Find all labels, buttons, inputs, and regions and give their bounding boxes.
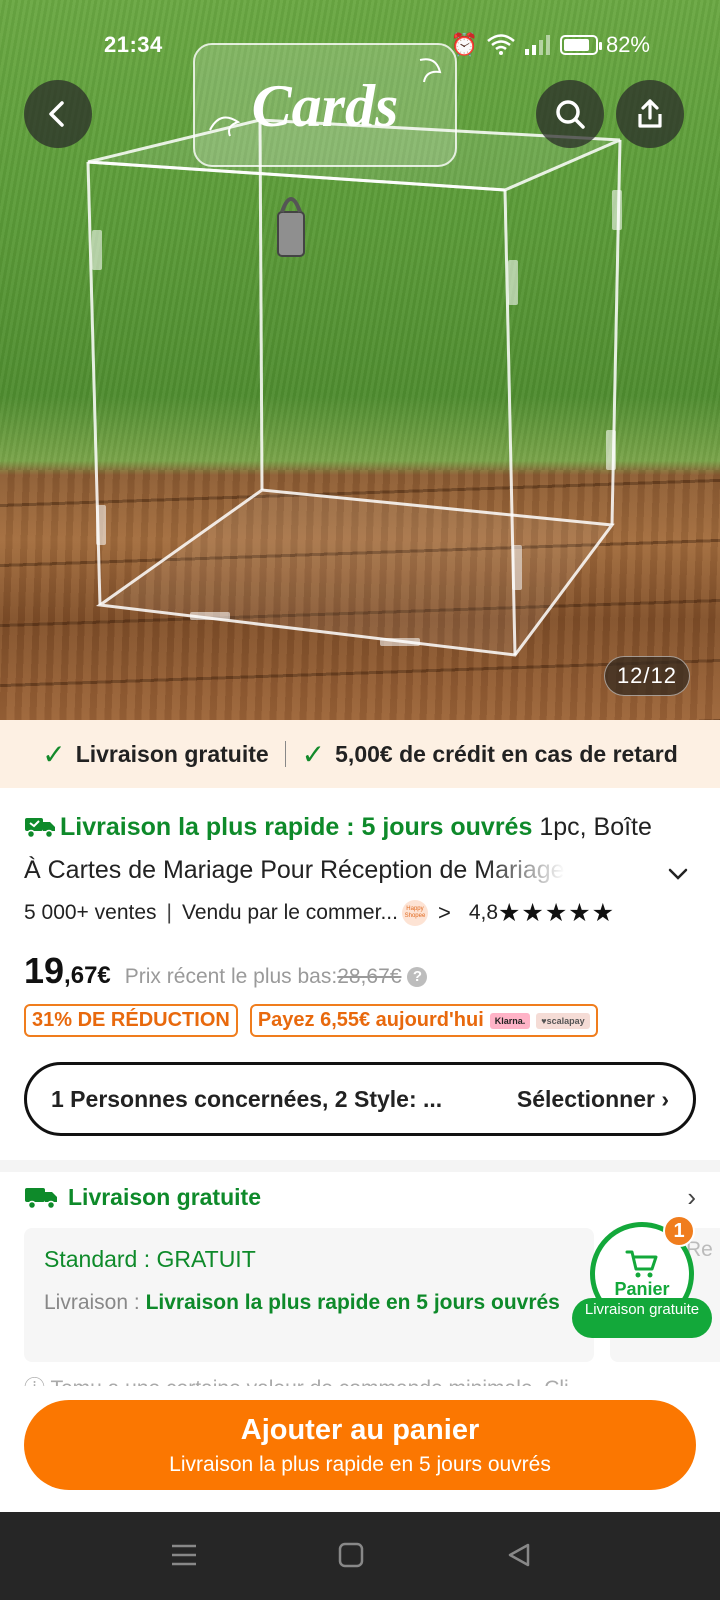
variant-value: 1 Personnes concernées, 2 Style: ... (51, 1085, 443, 1112)
chevron-right-icon[interactable]: › (687, 1182, 696, 1213)
title-text-line1: 1pc, Boîte (539, 813, 652, 841)
recent-lowest-price: Prix récent le plus bas:28,67€? (125, 965, 428, 989)
search-icon (556, 100, 585, 129)
delivery-title: Livraison gratuite (68, 1184, 261, 1210)
select-action: Sélectionner › (516, 1085, 669, 1112)
back-nav-icon[interactable] (506, 1542, 532, 1568)
image-counter: 12/12 (603, 656, 690, 696)
help-icon[interactable]: ? (407, 967, 428, 987)
check-icon: ✓ (301, 738, 326, 770)
status-bar: 21:34 ⏰ 82% (0, 30, 720, 60)
variant-selector[interactable]: 1 Personnes concernées, 2 Style: ... Sél… (24, 1062, 696, 1136)
check-icon: ✓ (42, 738, 66, 770)
chevron-down-icon[interactable] (666, 862, 690, 886)
rating-stars[interactable]: ★★★★★ (498, 898, 615, 928)
delivery-truck-icon (25, 1187, 57, 1209)
bottom-action-bar: Ajouter au panier Livraison la plus rapi… (0, 1386, 720, 1512)
product-image[interactable]: Cards (0, 0, 720, 720)
price-row: 19,67€ Prix récent le plus bas:28,67€? (24, 950, 428, 992)
section-divider (0, 1160, 720, 1172)
klarna-logo: Klarna. (489, 1012, 531, 1029)
battery-icon (559, 35, 602, 55)
scalapay-logo: ♥scalapay (536, 1012, 590, 1029)
cart-icon (625, 1250, 658, 1277)
cart-free-shipping-pill: Livraison gratuite (572, 1298, 712, 1338)
search-button[interactable] (536, 80, 604, 148)
fast-truck-icon (25, 818, 55, 839)
rating-value: 4,8 (468, 901, 499, 924)
status-time: 21:34 (104, 32, 163, 57)
chevron-right-icon: › (661, 1085, 669, 1112)
promo-divider (284, 741, 286, 767)
back-button[interactable] (24, 80, 92, 148)
menu-icon[interactable] (170, 1542, 198, 1568)
share-icon (638, 99, 662, 128)
title-text-line2: À Cartes de Mariage Pour Réception de Ma… (24, 856, 565, 884)
seller-badge-icon: Happy Shopee (401, 900, 428, 926)
product-title[interactable]: Livraison la plus rapide : 5 jours ouvré… (24, 806, 696, 892)
price-badges: 31% DE RÉDUCTION Payez 6,55€ aujourd'hui… (24, 1004, 598, 1037)
home-icon[interactable] (338, 1542, 364, 1568)
standard-shipping: Standard : GRATUIT (44, 1246, 256, 1272)
promo-band[interactable]: ✓ Livraison gratuite ✓ 5,00€ de crédit e… (0, 720, 720, 788)
chevron-left-icon (49, 101, 64, 127)
delivery-estimate: Livraison : Livraison la plus rapide en … (44, 1291, 560, 1314)
wifi-icon (487, 34, 515, 55)
share-button[interactable] (616, 80, 684, 148)
cart-label: Panier (614, 1278, 670, 1299)
minimum-order-note[interactable]: ⓘ Temu a une certaine valeur de commande… (24, 1372, 696, 1386)
chevron-right-icon[interactable]: > (438, 900, 451, 926)
sign-text: Cards (252, 73, 399, 139)
battery-percent: 82% (605, 32, 650, 57)
add-to-cart-button[interactable]: Ajouter au panier Livraison la plus rapi… (24, 1400, 696, 1490)
discount-badge: 31% DE RÉDUCTION (24, 1004, 238, 1037)
price: 19,67€ (24, 950, 111, 991)
promo-free-shipping: Livraison gratuite (75, 740, 269, 767)
system-nav-bar (0, 1512, 720, 1600)
add-to-cart-label: Ajouter au panier (240, 1413, 480, 1446)
add-to-cart-sublabel: Livraison la plus rapide en 5 jours ouvr… (169, 1452, 551, 1476)
pay-later-badge[interactable]: Payez 6,55€ aujourd'hui Klarna. ♥scalapa… (249, 1004, 598, 1037)
signal-icon (524, 35, 550, 55)
alarm-icon: ⏰ (450, 32, 478, 57)
cart-count-badge: 1 (663, 1215, 695, 1247)
seller-name[interactable]: Vendu par le commer... (182, 901, 398, 925)
meta-divider: | (166, 901, 172, 924)
delivery-header[interactable]: Livraison gratuite › (24, 1182, 696, 1213)
info-icon: ⓘ (24, 1377, 45, 1386)
fast-delivery-label: Livraison la plus rapide : 5 jours ouvré… (60, 813, 533, 841)
acrylic-box-illustration: Cards (86, 43, 622, 657)
promo-late-credit: 5,00€ de crédit en cas de retard (335, 740, 678, 767)
delivery-option-card[interactable]: Standard : GRATUIT Livraison : Livraison… (24, 1228, 594, 1362)
product-meta: 5 000+ ventes | Vendu par le commer... H… (24, 896, 696, 930)
sales-count: 5 000+ ventes (24, 901, 157, 924)
